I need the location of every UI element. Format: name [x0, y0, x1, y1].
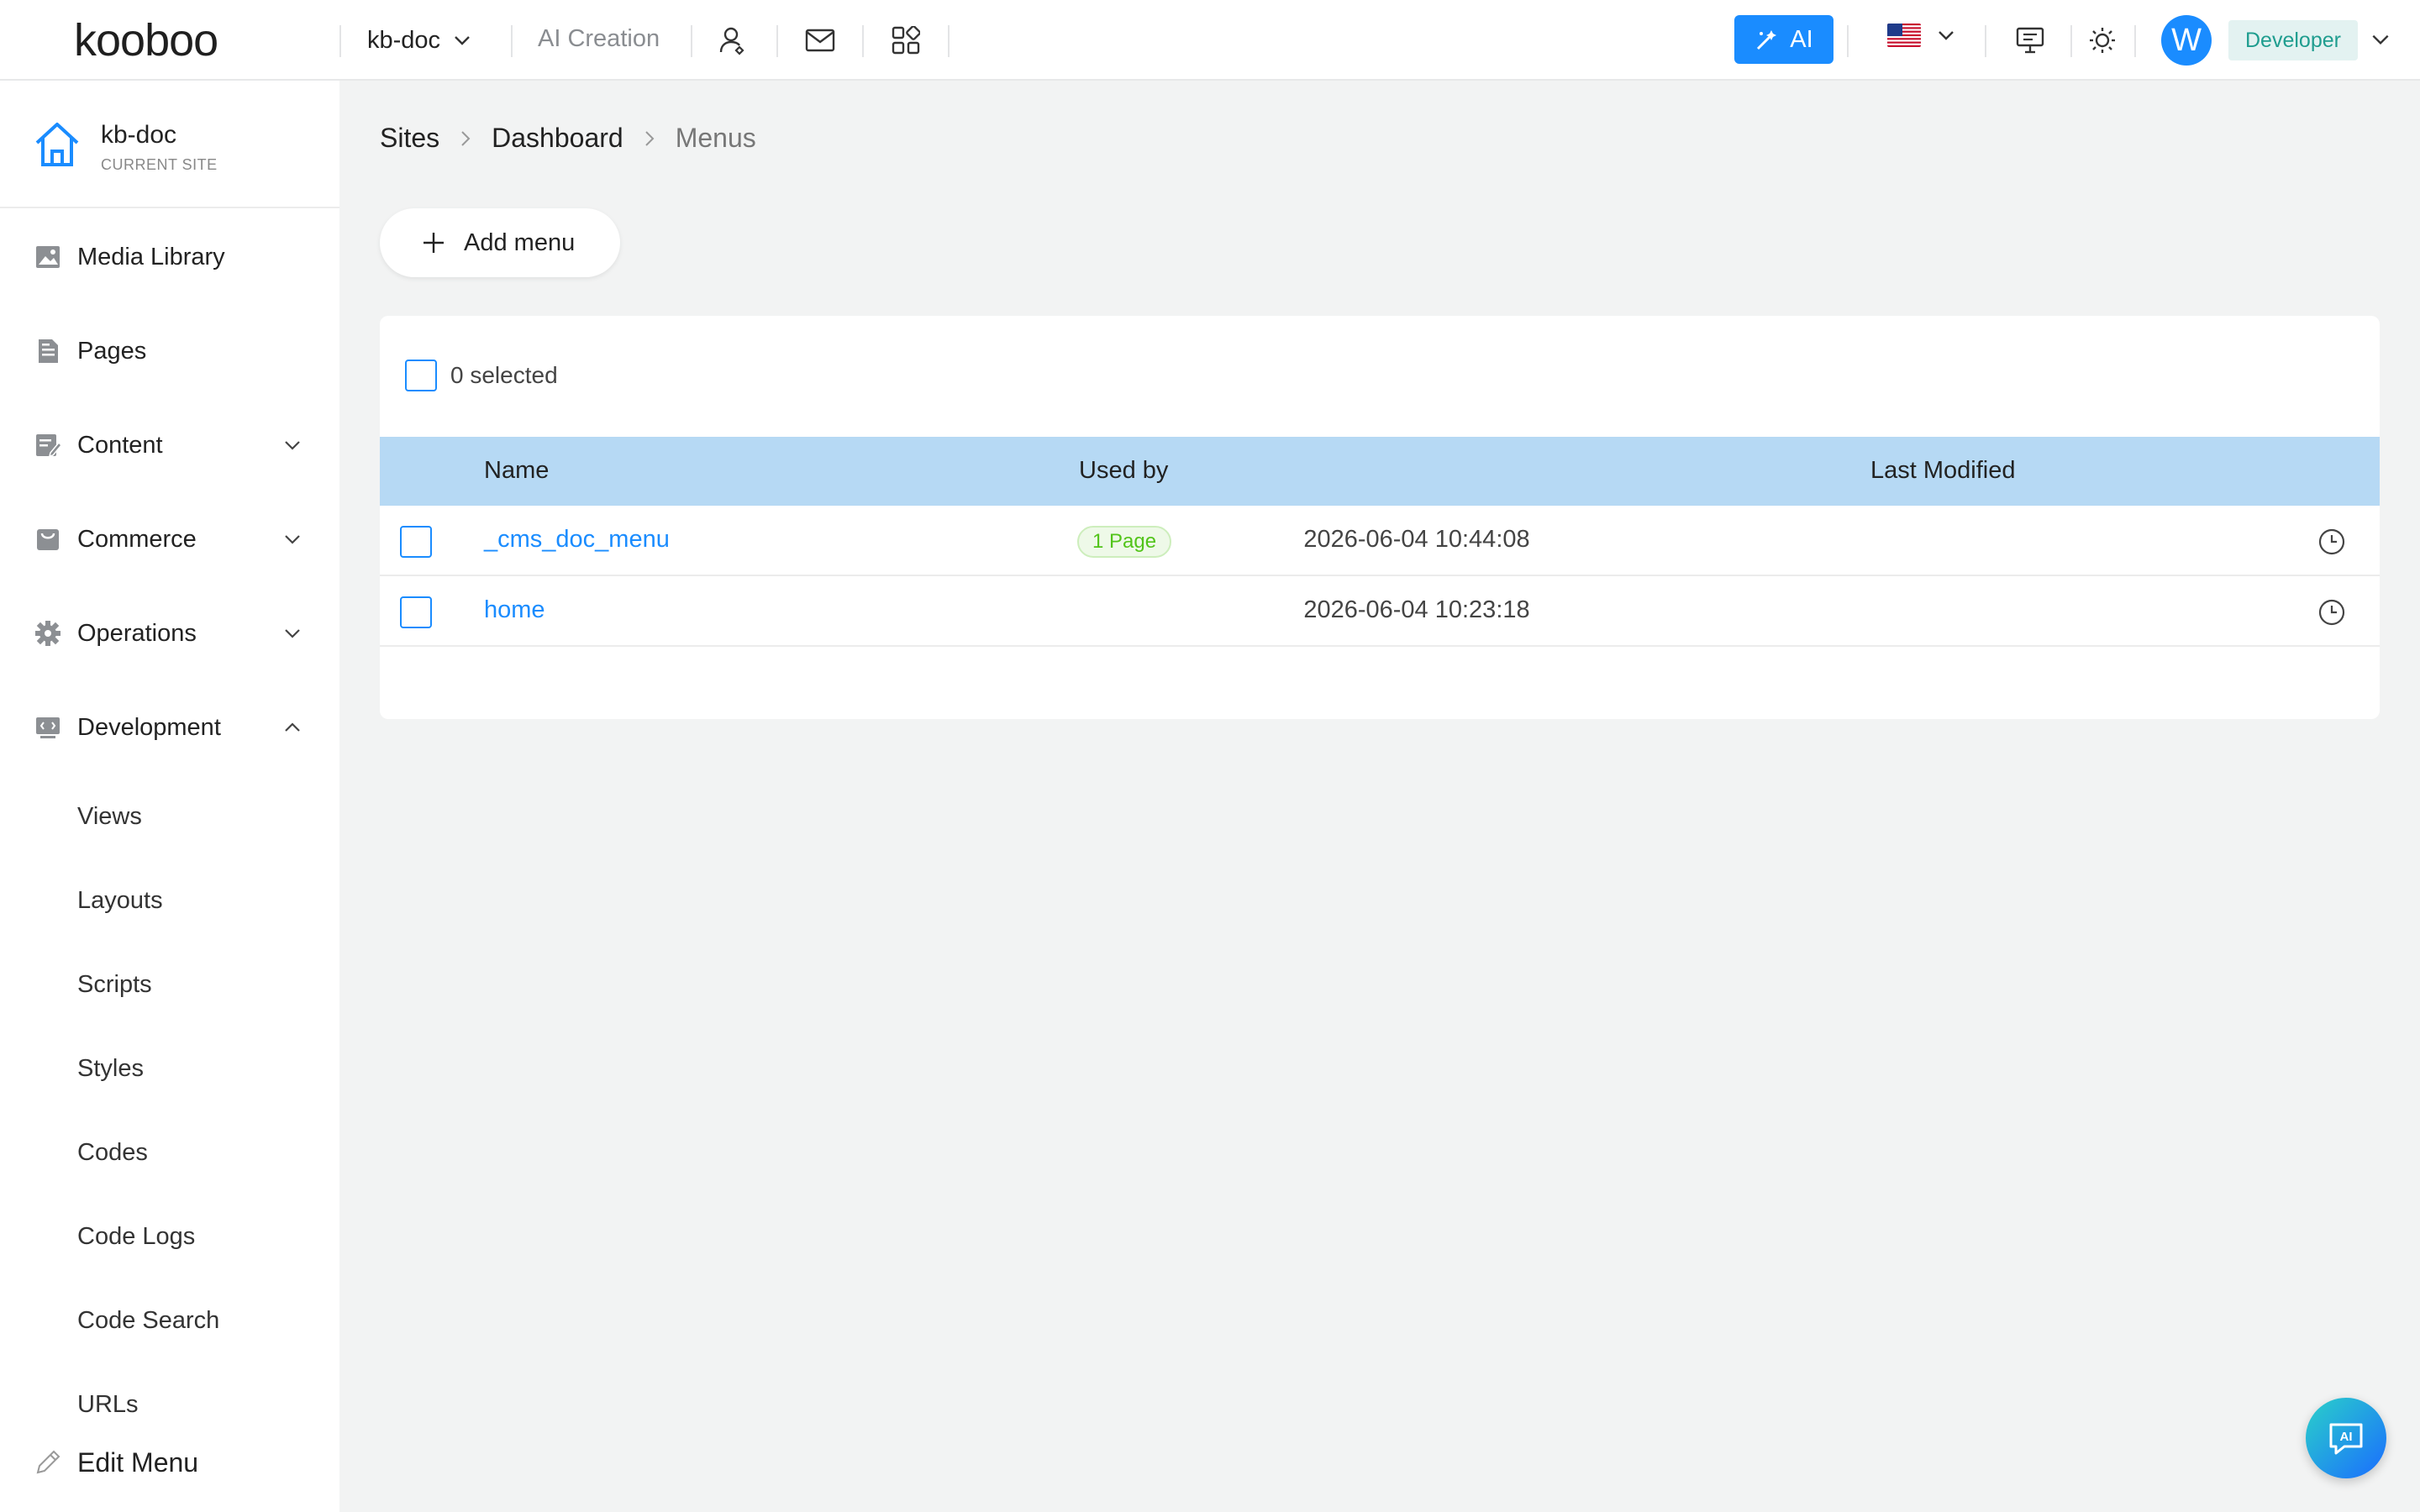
svg-text:AI: AI — [2340, 1430, 2353, 1444]
ai-button-label: AI — [1790, 25, 1813, 53]
pencil-icon — [36, 1450, 60, 1474]
commerce-icon — [37, 529, 59, 550]
sidebar-subitem-code-search[interactable]: Code Search — [77, 1307, 219, 1335]
column-header-used-by: Used by — [1079, 457, 1169, 484]
breadcrumb-dashboard[interactable]: Dashboard — [492, 123, 623, 154]
last-modified-value: 2026-06-04 10:23:18 — [1303, 596, 1530, 623]
sidebar-subitem-layouts[interactable]: Layouts — [77, 887, 163, 915]
table-row: home 2026-06-04 10:23:18 — [380, 576, 2380, 647]
kooboo-logo[interactable]: kooboo — [74, 17, 267, 64]
sidebar-subitem-scripts[interactable]: Scripts — [77, 971, 152, 999]
mail-icon[interactable] — [803, 24, 837, 57]
user-share-icon[interactable] — [716, 24, 750, 57]
chevron-down-icon — [285, 629, 300, 638]
sidebar-subitem-codes[interactable]: Codes — [77, 1139, 148, 1167]
divider — [511, 25, 513, 57]
select-all-row: 0 selected — [405, 360, 558, 391]
breadcrumb-sites[interactable]: Sites — [380, 123, 439, 154]
ai-chat-icon: AI — [2329, 1423, 2363, 1455]
chevron-down-icon — [285, 441, 300, 450]
avatar[interactable]: W — [2161, 15, 2212, 66]
presentation-icon[interactable] — [2013, 24, 2047, 57]
divider — [1985, 25, 1986, 57]
sun-theme-icon[interactable] — [2086, 24, 2119, 57]
breadcrumb-menus: Menus — [675, 123, 756, 153]
last-modified-cell: 2026-06-04 10:23:18 — [380, 596, 2380, 624]
divider — [2070, 25, 2072, 57]
top-bar: kooboo kb-doc AI Creation AI W Developer — [0, 0, 2420, 81]
code-icon — [36, 717, 60, 738]
menus-table-card: 0 selected Name Used by Last Modified _c… — [380, 316, 2380, 719]
current-site-name: kb-doc — [101, 121, 177, 149]
logo-text: kooboo — [74, 17, 218, 64]
current-site-caption: CURRENT SITE — [101, 156, 218, 173]
chevron-down-icon — [1939, 31, 1954, 40]
divider — [1847, 25, 1849, 57]
sidebar-item-label: Pages — [77, 337, 147, 365]
divider — [862, 25, 864, 57]
content-icon — [36, 434, 62, 458]
column-header-last-modified: Last Modified — [1870, 457, 2016, 484]
last-modified-value: 2026-06-04 10:44:08 — [1303, 526, 1530, 553]
table-header: Name Used by Last Modified — [380, 437, 2380, 506]
magic-wand-icon — [1757, 30, 1777, 50]
divider — [339, 25, 341, 57]
chevron-down-icon — [455, 36, 470, 45]
sidebar-item-label: Content — [77, 431, 163, 459]
sidebar-item-label: Commerce — [77, 525, 197, 553]
divider — [948, 25, 950, 57]
sidebar-item-label: Media Library — [77, 243, 225, 270]
gear-icon — [35, 621, 60, 646]
chevron-right-icon — [461, 130, 471, 146]
sidebar-item-pages[interactable]: Pages — [0, 318, 339, 385]
divider — [776, 25, 778, 57]
sidebar-item-development[interactable]: Development — [0, 694, 339, 761]
selected-count: 0 selected — [450, 362, 558, 388]
edit-menu-button[interactable]: Edit Menu — [0, 1433, 339, 1492]
plus-icon — [424, 233, 444, 253]
chevron-right-icon — [644, 130, 655, 146]
sidebar: kb-doc CURRENT SITE Media Library Pages … — [0, 81, 339, 1512]
sidebar-item-content[interactable]: Content — [0, 412, 339, 479]
sidebar-item-label: Operations — [77, 619, 197, 647]
chevron-down-icon[interactable] — [2370, 29, 2391, 50]
add-menu-label: Add menu — [464, 228, 576, 256]
ai-creation-link[interactable]: AI Creation — [538, 25, 660, 53]
divider — [2134, 25, 2136, 57]
add-menu-button[interactable]: Add menu — [380, 208, 620, 277]
chevron-up-icon — [285, 722, 300, 732]
sidebar-item-media-library[interactable]: Media Library — [0, 223, 339, 291]
select-all-checkbox[interactable] — [405, 360, 437, 391]
page-icon — [39, 339, 58, 363]
history-clock-icon[interactable] — [2317, 598, 2346, 627]
breadcrumb: Sites Dashboard Menus — [380, 123, 756, 154]
current-site[interactable]: kb-doc CURRENT SITE — [0, 81, 339, 208]
ai-chat-float-button[interactable]: AI — [2306, 1398, 2386, 1478]
image-icon — [36, 246, 60, 268]
site-switcher[interactable]: kb-doc — [367, 20, 472, 60]
sidebar-subitem-views[interactable]: Views — [77, 803, 142, 831]
table-row: _cms_doc_menu 1 Page 2026-06-04 10:44:08 — [380, 506, 2380, 576]
history-clock-icon[interactable] — [2317, 528, 2346, 556]
chevron-down-icon — [285, 535, 300, 544]
last-modified-cell: 2026-06-04 10:44:08 — [380, 526, 2380, 554]
language-switcher[interactable] — [1887, 24, 1956, 47]
site-switcher-label: kb-doc — [367, 26, 441, 54]
sidebar-subitem-styles[interactable]: Styles — [77, 1055, 144, 1083]
edit-menu-label: Edit Menu — [77, 1446, 199, 1478]
sidebar-item-operations[interactable]: Operations — [0, 600, 339, 667]
apps-grid-icon[interactable] — [889, 24, 923, 57]
ai-button[interactable]: AI — [1734, 15, 1833, 64]
divider — [691, 25, 692, 57]
sidebar-item-commerce[interactable]: Commerce — [0, 506, 339, 573]
sidebar-subitem-urls[interactable]: URLs — [77, 1391, 139, 1419]
us-flag-icon — [1887, 24, 1921, 47]
role-badge[interactable]: Developer — [2228, 20, 2358, 60]
column-header-name: Name — [484, 457, 550, 484]
sidebar-item-label: Development — [77, 713, 221, 741]
home-icon — [35, 123, 79, 166]
sidebar-subitem-code-logs[interactable]: Code Logs — [77, 1223, 195, 1251]
